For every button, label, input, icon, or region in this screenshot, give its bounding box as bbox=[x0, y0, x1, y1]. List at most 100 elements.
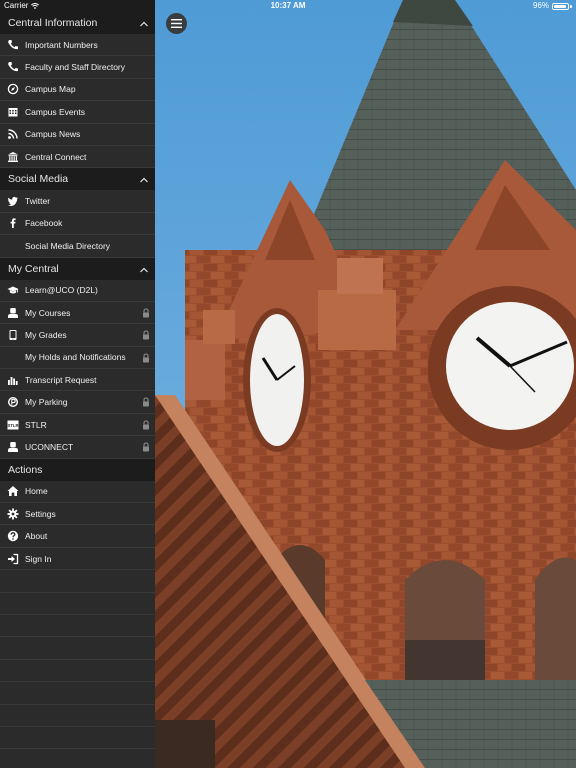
lock-icon bbox=[143, 330, 149, 340]
empty-row bbox=[0, 570, 155, 593]
chevron-up-icon[interactable] bbox=[139, 175, 149, 183]
gear-icon bbox=[0, 508, 25, 520]
rss-icon bbox=[0, 128, 25, 140]
sidebar-item-label: My Parking bbox=[25, 397, 68, 408]
user-icon bbox=[0, 441, 25, 453]
phone-icon bbox=[0, 39, 25, 51]
section-title: Social Media bbox=[8, 173, 69, 186]
user-icon bbox=[0, 307, 25, 319]
sidebar-item-transcript-request[interactable]: Transcript Request bbox=[0, 369, 155, 392]
sidebar-item-my-courses[interactable]: My Courses bbox=[0, 302, 155, 325]
sidebar-menu: Central Information Important Numbers Facu… bbox=[0, 0, 155, 768]
sidebar-item-settings[interactable]: Settings bbox=[0, 503, 155, 526]
empty-row bbox=[0, 749, 155, 768]
sidebar-item-label: Twitter bbox=[25, 196, 51, 207]
phone-icon bbox=[0, 61, 25, 73]
sidebar-item-label: Important Numbers bbox=[25, 39, 98, 50]
sidebar-item-my-grades[interactable]: My Grades bbox=[0, 324, 155, 347]
sidebar-item-stlr[interactable]: STLR STLR bbox=[0, 414, 155, 437]
battery-indicator: 96% bbox=[533, 0, 572, 12]
chevron-up-icon[interactable] bbox=[139, 19, 149, 27]
svg-text:STLR: STLR bbox=[7, 423, 18, 428]
sidebar-item-label: Home bbox=[25, 486, 48, 497]
battery-percent: 96% bbox=[532, 1, 549, 10]
calendar-icon bbox=[0, 106, 25, 118]
section-header-social-media[interactable]: Social Media bbox=[0, 168, 155, 191]
chevron-up-icon[interactable] bbox=[139, 265, 149, 273]
compass-icon bbox=[0, 83, 25, 95]
section-header-central-information[interactable]: Central Information bbox=[0, 12, 155, 34]
sidebar-item-campus-news[interactable]: Campus News bbox=[0, 124, 155, 146]
background-photo bbox=[155, 0, 576, 768]
facebook-icon bbox=[0, 217, 25, 229]
bar-chart-icon bbox=[0, 374, 25, 386]
empty-row bbox=[0, 660, 155, 683]
sidebar-item-social-media-directory[interactable]: Social Media Directory bbox=[0, 235, 155, 258]
locked-indicator bbox=[142, 442, 150, 454]
section-title: Actions bbox=[8, 463, 43, 476]
empty-row bbox=[0, 593, 155, 615]
sidebar-item-label: My Grades bbox=[25, 329, 67, 340]
empty-row bbox=[0, 705, 155, 727]
status-time: 10:37 AM bbox=[270, 1, 306, 10]
tablet-icon bbox=[0, 329, 25, 341]
sidebar-item-sign-in[interactable]: Sign In bbox=[0, 548, 155, 571]
sidebar-item-label: Facebook bbox=[25, 218, 63, 229]
sidebar-item-central-connect[interactable]: Central Connect bbox=[0, 146, 155, 169]
sidebar-item-campus-events[interactable]: Campus Events bbox=[0, 101, 155, 124]
empty-row bbox=[0, 615, 155, 638]
section-title: My Central bbox=[8, 262, 59, 275]
sidebar-item-learn-uco-d2l[interactable]: Learn@UCO (D2L) bbox=[0, 280, 155, 302]
sidebar-item-my-holds-and-notifications[interactable]: My Holds and Notifications bbox=[0, 347, 155, 370]
question-icon bbox=[0, 530, 25, 542]
lock-icon bbox=[143, 353, 149, 363]
sidebar-item-label: Central Connect bbox=[25, 151, 87, 162]
stlr-icon: STLR bbox=[0, 419, 25, 431]
sidebar-item-facebook[interactable]: Facebook bbox=[0, 213, 155, 236]
sidebar-item-label: STLR bbox=[25, 419, 47, 430]
empty-row bbox=[0, 637, 155, 660]
sidebar-item-home[interactable]: Home bbox=[0, 481, 155, 504]
sidebar-item-label: Learn@UCO (D2L) bbox=[25, 285, 98, 296]
locked-indicator bbox=[142, 397, 150, 409]
sidebar-item-label: Transcript Request bbox=[25, 374, 97, 385]
lock-icon bbox=[143, 308, 149, 318]
section-header-my-central[interactable]: My Central bbox=[0, 257, 155, 280]
sidebar-item-my-parking[interactable]: My Parking bbox=[0, 391, 155, 414]
hamburger-icon bbox=[171, 19, 182, 28]
sign-in-icon bbox=[0, 553, 25, 565]
sidebar-item-faculty-and-staff-directory[interactable]: Faculty and Staff Directory bbox=[0, 56, 155, 79]
empty-row bbox=[0, 727, 155, 750]
sidebar-item-label: Social Media Directory bbox=[25, 240, 111, 251]
locked-indicator bbox=[142, 308, 150, 320]
sidebar-item-important-numbers[interactable]: Important Numbers bbox=[0, 34, 155, 57]
sidebar-item-label: Campus Map bbox=[25, 84, 76, 95]
sidebar-item-label: About bbox=[25, 531, 48, 542]
home-icon bbox=[0, 485, 25, 497]
section-title: Central Information bbox=[8, 17, 98, 29]
sidebar-item-twitter[interactable]: Twitter bbox=[0, 190, 155, 213]
section-header-actions[interactable]: Actions bbox=[0, 458, 155, 481]
sidebar-item-about[interactable]: About bbox=[0, 525, 155, 548]
sidebar-item-label: Campus News bbox=[25, 129, 81, 140]
twitter-icon bbox=[0, 195, 25, 207]
lock-icon bbox=[143, 420, 149, 430]
lock-icon bbox=[143, 397, 149, 407]
menu-toggle-button[interactable] bbox=[166, 13, 187, 34]
status-bar: Carrier 10:37 AM 96% bbox=[0, 0, 576, 12]
institution-icon bbox=[0, 151, 25, 163]
graduation-cap-icon bbox=[0, 284, 25, 296]
battery-icon bbox=[552, 2, 569, 10]
empty-row bbox=[0, 682, 155, 705]
sidebar-item-uconnect[interactable]: UCONNECT bbox=[0, 436, 155, 459]
locked-indicator bbox=[142, 353, 150, 365]
sidebar-item-label: My Courses bbox=[25, 307, 71, 318]
sidebar-item-label: Settings bbox=[25, 508, 56, 519]
locked-indicator bbox=[142, 330, 150, 342]
sidebar-item-label: Campus Events bbox=[25, 106, 85, 117]
sidebar-item-label: UCONNECT bbox=[25, 441, 74, 452]
clock-tower-image bbox=[155, 0, 576, 768]
sidebar-item-label: Sign In bbox=[25, 553, 52, 564]
sidebar-item-campus-map[interactable]: Campus Map bbox=[0, 79, 155, 102]
sidebar-item-label: My Holds and Notifications bbox=[25, 352, 126, 363]
